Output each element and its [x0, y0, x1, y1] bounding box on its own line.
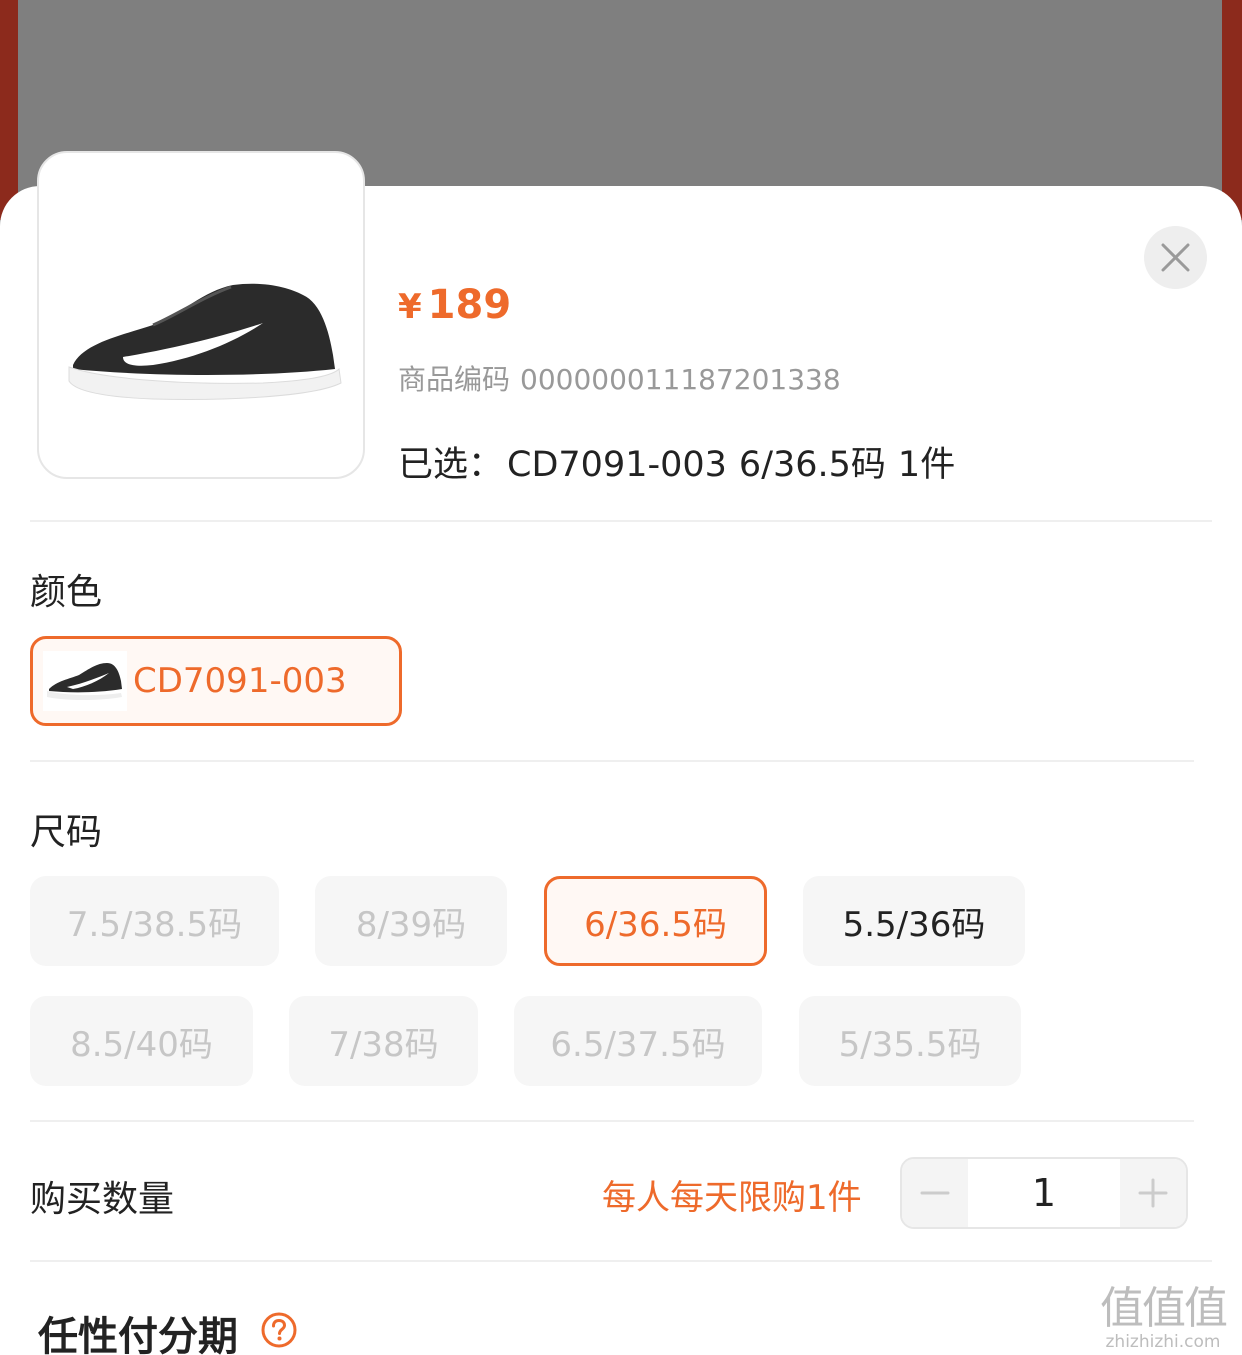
- watermark-url: zhizhizhi.com: [1105, 1332, 1221, 1352]
- selected-color: CD7091-003: [507, 445, 727, 485]
- backdrop-left: [0, 0, 18, 220]
- size-option-disabled[interactable]: 8/39码: [315, 876, 507, 966]
- product-code: 商品编码 000000011187201338: [398, 358, 841, 398]
- color-section-title: 颜色: [30, 572, 103, 613]
- installment-title: 任性付分期: [38, 1314, 238, 1355]
- quantity-value[interactable]: 1: [968, 1159, 1120, 1227]
- close-icon: [1161, 243, 1190, 272]
- shoe-image: [68, 283, 342, 400]
- watermark: 值值值 zhizhizhi.com: [1092, 1272, 1234, 1352]
- product-image: [37, 151, 365, 479]
- divider: [30, 1260, 1212, 1262]
- size-option-disabled[interactable]: 6.5/37.5码: [514, 996, 762, 1086]
- product-price: ¥189: [398, 282, 511, 328]
- size-option-disabled[interactable]: 7/38码: [289, 996, 478, 1086]
- price-amount: 189: [427, 282, 512, 328]
- color-option-thumbnail: [43, 651, 127, 711]
- quantity-stepper: 1: [900, 1157, 1188, 1229]
- help-icon[interactable]: [260, 1311, 298, 1349]
- minus-icon: [920, 1191, 950, 1195]
- product-code-value: 000000011187201338: [520, 363, 841, 396]
- purchase-limit-note: 每人每天限购1件: [602, 1178, 862, 1218]
- plus-icon: [1138, 1178, 1168, 1208]
- selected-size: 6/36.5码: [738, 445, 886, 485]
- size-option-available[interactable]: 5.5/36码: [803, 876, 1025, 966]
- size-option-disabled[interactable]: 7.5/38.5码: [30, 876, 279, 966]
- product-code-label: 商品编码: [398, 363, 511, 396]
- divider: [30, 1120, 1194, 1122]
- color-option-label: CD7091-003: [133, 661, 347, 701]
- size-option-disabled[interactable]: 8.5/40码: [30, 996, 253, 1086]
- quantity-increase-button[interactable]: [1120, 1159, 1186, 1227]
- watermark-logo: 值值值: [1100, 1283, 1228, 1334]
- size-option-disabled[interactable]: 5/35.5码: [799, 996, 1021, 1086]
- selected-summary: 已选： CD7091-003 6/36.5码 1件: [398, 436, 967, 487]
- selected-label: 已选：: [398, 445, 504, 485]
- divider: [30, 760, 1194, 762]
- backdrop-right: [1222, 0, 1242, 220]
- size-section-title: 尺码: [30, 812, 103, 853]
- selected-qty: 1件: [897, 445, 956, 485]
- close-button[interactable]: [1144, 226, 1207, 289]
- currency-symbol: ¥: [398, 287, 422, 327]
- divider: [30, 520, 1212, 522]
- quantity-decrease-button[interactable]: [902, 1159, 968, 1227]
- quantity-section-title: 购买数量: [30, 1179, 175, 1220]
- color-option[interactable]: CD7091-003: [30, 636, 402, 726]
- size-option-selected[interactable]: 6/36.5码: [544, 876, 767, 966]
